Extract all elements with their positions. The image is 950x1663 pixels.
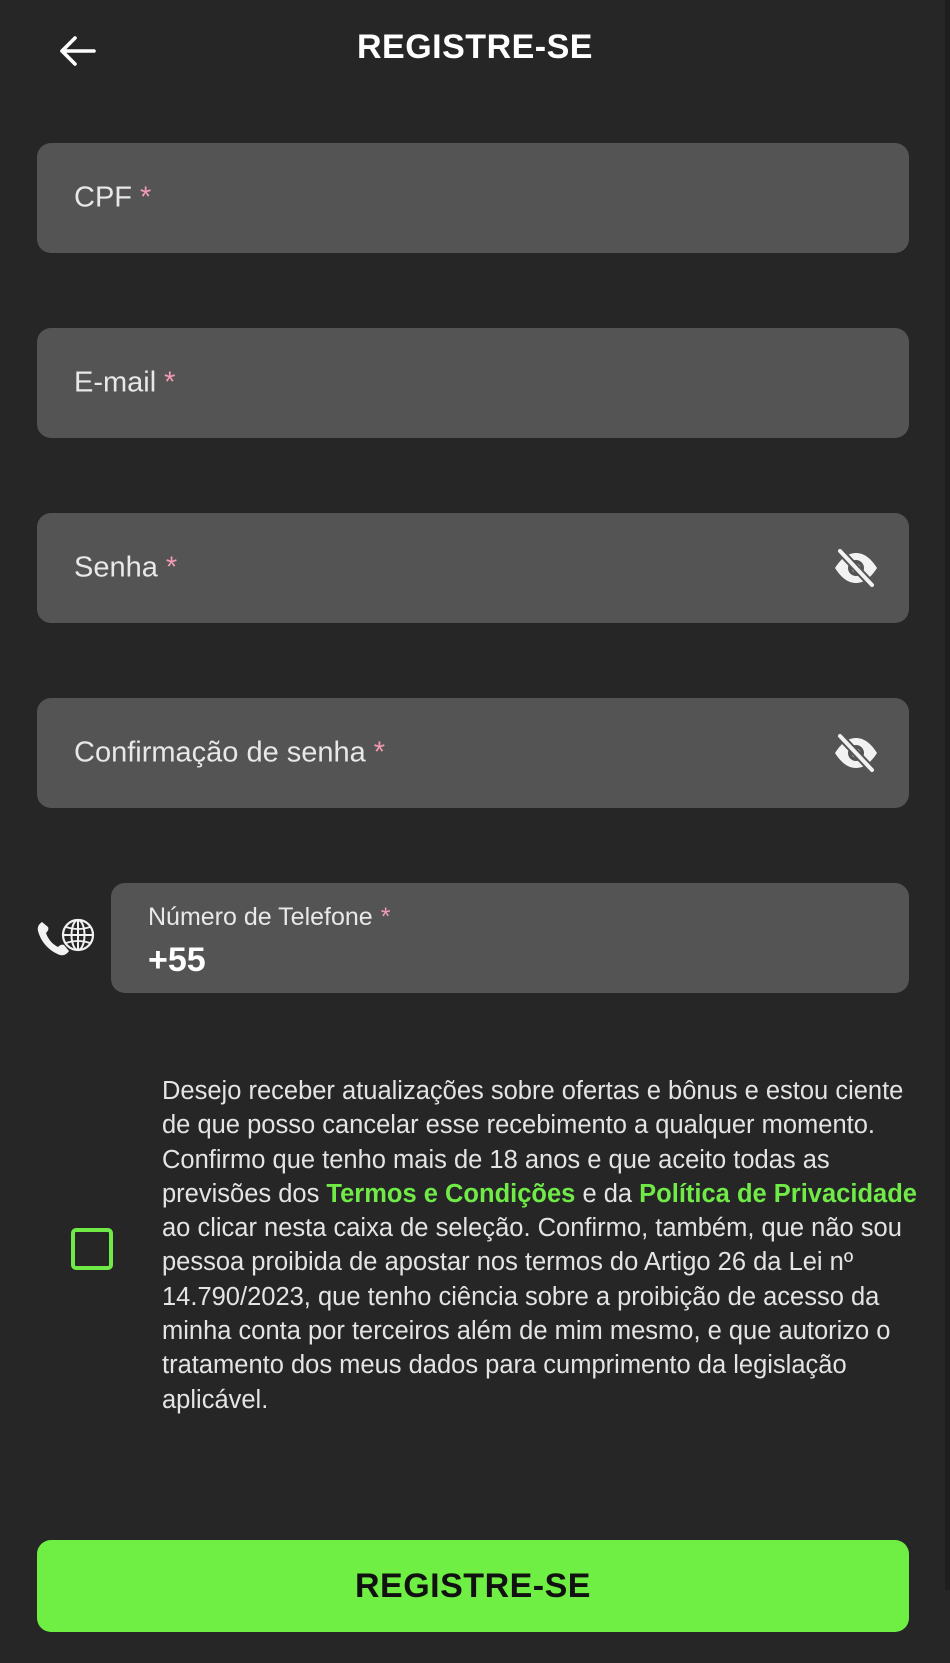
password-confirm-field[interactable]: Confirmação de senha * bbox=[37, 698, 909, 808]
email-label: E-mail * bbox=[74, 366, 176, 399]
password-field[interactable]: Senha * bbox=[37, 513, 909, 623]
page-title: REGISTRE-SE bbox=[357, 28, 593, 66]
required-mark: * bbox=[165, 551, 178, 584]
required-mark: * bbox=[164, 366, 176, 399]
phone-number-field[interactable]: Número de Telefone * +55 bbox=[111, 883, 909, 993]
header: REGISTRE-SE bbox=[0, 0, 950, 100]
register-button[interactable]: REGISTRE-SE bbox=[37, 1540, 909, 1632]
required-mark: * bbox=[380, 903, 391, 931]
toggle-password-confirm-visibility-button[interactable] bbox=[831, 728, 881, 778]
required-mark: * bbox=[140, 181, 152, 214]
required-mark: * bbox=[373, 736, 386, 769]
phone-country-code: +55 bbox=[148, 941, 206, 979]
privacy-link[interactable]: Política de Privacidade bbox=[639, 1180, 917, 1208]
cpf-field[interactable]: CPF * bbox=[37, 143, 909, 253]
scrollbar bbox=[945, 0, 950, 1590]
eye-off-icon bbox=[835, 733, 877, 773]
email-field[interactable]: E-mail * bbox=[37, 328, 909, 438]
consent-text: Desejo receber atualizações sobre oferta… bbox=[162, 1077, 917, 1414]
eye-off-icon bbox=[835, 548, 877, 588]
password-confirm-label: Confirmação de senha * bbox=[74, 736, 386, 769]
phone-number-label: Número de Telefone * bbox=[148, 903, 391, 931]
password-label: Senha * bbox=[74, 551, 178, 584]
cpf-label: CPF * bbox=[74, 181, 152, 214]
consent-checkbox[interactable] bbox=[71, 1228, 113, 1270]
terms-link[interactable]: Termos e Condições bbox=[326, 1180, 575, 1208]
phone-globe-icon bbox=[37, 918, 95, 956]
toggle-password-visibility-button[interactable] bbox=[831, 543, 881, 593]
